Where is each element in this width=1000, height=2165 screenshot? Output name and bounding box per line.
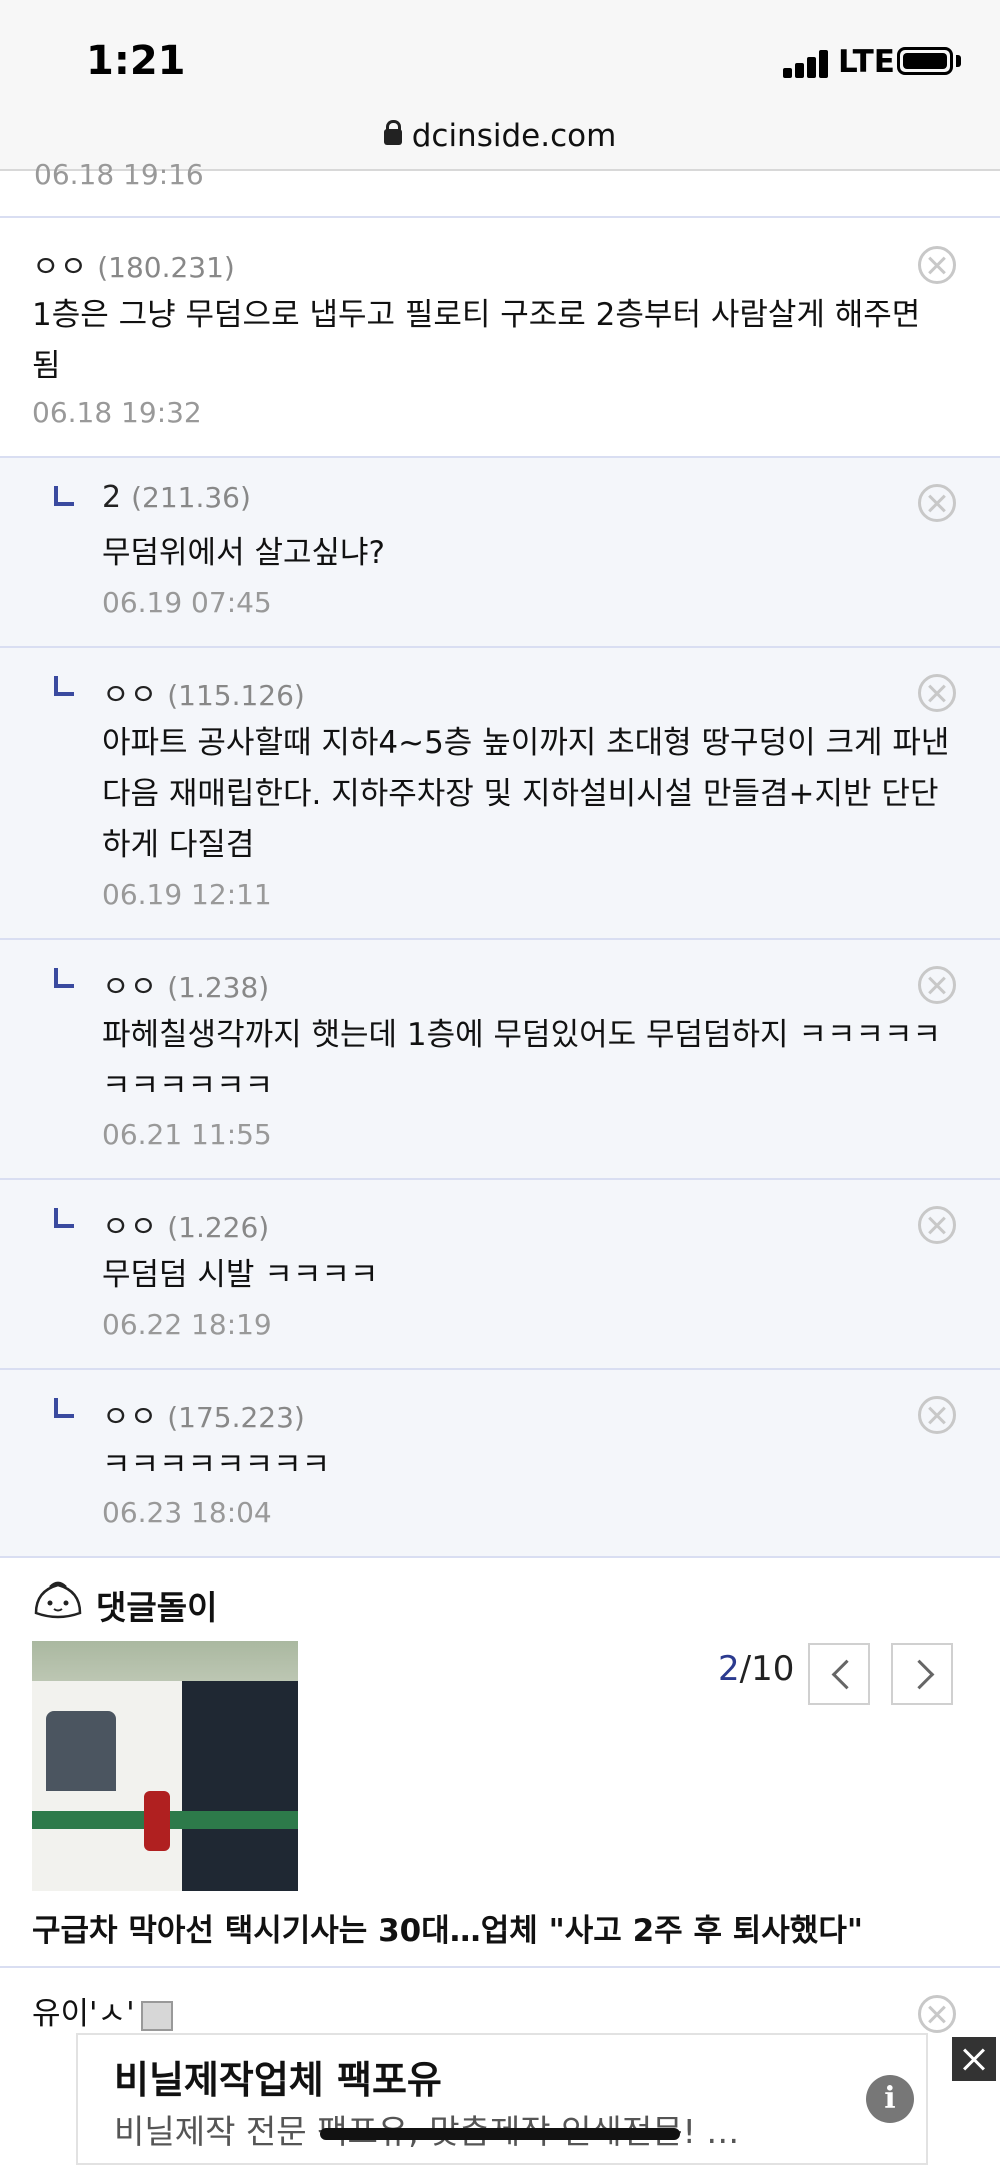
comment-bot-title: 댓글돌이 bbox=[96, 1588, 218, 1627]
lock-icon bbox=[383, 120, 402, 149]
reply-item: 2 (211.36) 무덤위에서 살고싶냐? 06.19 07:45 bbox=[0, 458, 1000, 646]
ad-title: 비닐제작업체 팩포유 bbox=[114, 2058, 442, 2102]
comment-ip: (175.223) bbox=[167, 1401, 305, 1434]
delete-icon[interactable] bbox=[918, 484, 956, 522]
comment-date: 06.18 19:16 bbox=[34, 158, 204, 191]
delete-icon[interactable] bbox=[918, 1206, 956, 1244]
reply-arrow-icon bbox=[54, 676, 74, 696]
reply-arrow-icon bbox=[54, 486, 74, 506]
news-headline[interactable]: 구급차 막아선 택시기사는 30대…업체 "사고 2주 후 퇴사했다" bbox=[32, 1905, 863, 1950]
chevron-left-icon bbox=[831, 1659, 862, 1690]
chevron-right-icon bbox=[904, 1659, 935, 1690]
reply-item: ㅇㅇ (1.238) 파헤칠생각까지 햇는데 1층에 무덤있어도 무덤덤하지 ㅋㅋ… bbox=[0, 940, 1000, 1178]
divider bbox=[0, 1556, 1000, 1558]
comment-author: ㅇㅇ (115.126) bbox=[102, 670, 305, 714]
network-type: LTE bbox=[838, 44, 895, 80]
comment-nickname[interactable]: ㅇㅇ bbox=[102, 678, 157, 713]
comment-ip: (211.36) bbox=[131, 481, 251, 514]
comment-author: ㅇㅇ (1.226) bbox=[102, 1202, 269, 1246]
delete-icon[interactable] bbox=[918, 1396, 956, 1434]
close-icon[interactable] bbox=[950, 2035, 998, 2083]
prev-button[interactable] bbox=[808, 1643, 870, 1705]
reply-arrow-icon bbox=[54, 1208, 74, 1228]
next-button[interactable] bbox=[891, 1643, 953, 1705]
comment-author: ㅇㅇ (1.238) bbox=[102, 962, 269, 1006]
comment-ip: (1.226) bbox=[167, 1211, 270, 1244]
comment-ip: (115.126) bbox=[167, 679, 305, 712]
comment-nickname[interactable]: 유이'ㅅ' bbox=[32, 1996, 135, 2032]
info-icon[interactable]: i bbox=[866, 2075, 914, 2123]
comment-author: 유이'ㅅ' bbox=[32, 1988, 173, 2033]
user-badge-icon bbox=[140, 2000, 173, 2031]
comment-text: ㅋㅋㅋㅋㅋㅋㅋㅋ bbox=[102, 1447, 331, 1483]
comment-nickname[interactable]: ㅇㅇ bbox=[32, 250, 87, 285]
reply-item: ㅇㅇ (1.226) 무덤덤 시발 ㅋㅋㅋㅋ 06.22 18:19 bbox=[0, 1180, 1000, 1368]
reply-arrow-icon bbox=[54, 1398, 74, 1418]
comment-author: ㅇㅇ (175.223) bbox=[102, 1392, 305, 1436]
reply-arrow-icon bbox=[54, 968, 74, 988]
comment-item: ㅇㅇ (180.231) 1층은 그냥 무덤으로 냅두고 필로티 구조로 2층부터… bbox=[0, 218, 1000, 456]
comment-text: 파헤칠생각까지 햇는데 1층에 무덤있어도 무덤덤하지 ㅋㅋㅋㅋㅋㅋㅋㅋㅋㅋㅋ bbox=[102, 1017, 942, 1104]
comment-date: 06.21 11:55 bbox=[102, 1118, 272, 1151]
comment-ip: (1.238) bbox=[167, 971, 270, 1004]
comment-date: 06.22 18:19 bbox=[102, 1308, 272, 1341]
delete-icon[interactable] bbox=[918, 1995, 956, 2033]
home-indicator bbox=[320, 2128, 680, 2140]
comment-date: 06.19 07:45 bbox=[102, 586, 272, 619]
delete-icon[interactable] bbox=[918, 966, 956, 1004]
comment-ip: (180.231) bbox=[97, 251, 235, 284]
reply-item: ㅇㅇ (115.126) 아파트 공사할때 지하4~5층 높이까지 초대형 땅구덩… bbox=[0, 648, 1000, 938]
page-counter: 2/10 bbox=[718, 1649, 794, 1689]
comment-text: 무덤위에서 살고싶냐? bbox=[102, 535, 385, 571]
signal-icon bbox=[783, 48, 833, 78]
comment-author: 2 (211.36) bbox=[102, 480, 251, 515]
comment-nickname[interactable]: ㅇㅇ bbox=[102, 1400, 157, 1435]
comment-author: ㅇㅇ (180.231) bbox=[32, 242, 235, 286]
comment-text: 1층은 그냥 무덤으로 냅두고 필로티 구조로 2층부터 사람살게 해주면 됨 bbox=[32, 297, 921, 384]
comment-nickname[interactable]: ㅇㅇ bbox=[102, 1210, 157, 1245]
status-bar: 1:21 LTE bbox=[0, 0, 1000, 116]
url-text: dcinside.com bbox=[411, 118, 617, 154]
comment-nickname[interactable]: ㅇㅇ bbox=[102, 970, 157, 1005]
ad-banner[interactable]: 비닐제작업체 팩포유 비닐제작 전문 팩포유, 맞춤제작 인쇄전문! … i bbox=[76, 2033, 928, 2165]
counter-current: 2 bbox=[718, 1649, 740, 1689]
clock: 1:21 bbox=[86, 38, 186, 84]
battery-icon bbox=[897, 47, 953, 75]
counter-total: /10 bbox=[739, 1649, 795, 1689]
comment-text: 무덤덤 시발 ㅋㅋㅋㅋ bbox=[102, 1257, 379, 1293]
delete-icon[interactable] bbox=[918, 674, 956, 712]
delete-icon[interactable] bbox=[918, 246, 956, 284]
comment-nickname[interactable]: 2 bbox=[102, 480, 121, 515]
comment-date: 06.19 12:11 bbox=[102, 878, 272, 911]
comment-date: 06.23 18:04 bbox=[102, 1496, 272, 1529]
comment-date: 06.18 19:32 bbox=[32, 396, 202, 429]
comment-text: 아파트 공사할때 지하4~5층 높이까지 초대형 땅구덩이 크게 파낸다음 재매… bbox=[102, 725, 950, 863]
reply-item: ㅇㅇ (175.223) ㅋㅋㅋㅋㅋㅋㅋㅋ 06.23 18:04 bbox=[0, 1370, 1000, 1556]
dumpling-mascot-icon bbox=[34, 1581, 82, 1619]
news-thumbnail[interactable] bbox=[32, 1641, 298, 1891]
battery-tip bbox=[956, 55, 961, 67]
divider bbox=[0, 1966, 1000, 1968]
